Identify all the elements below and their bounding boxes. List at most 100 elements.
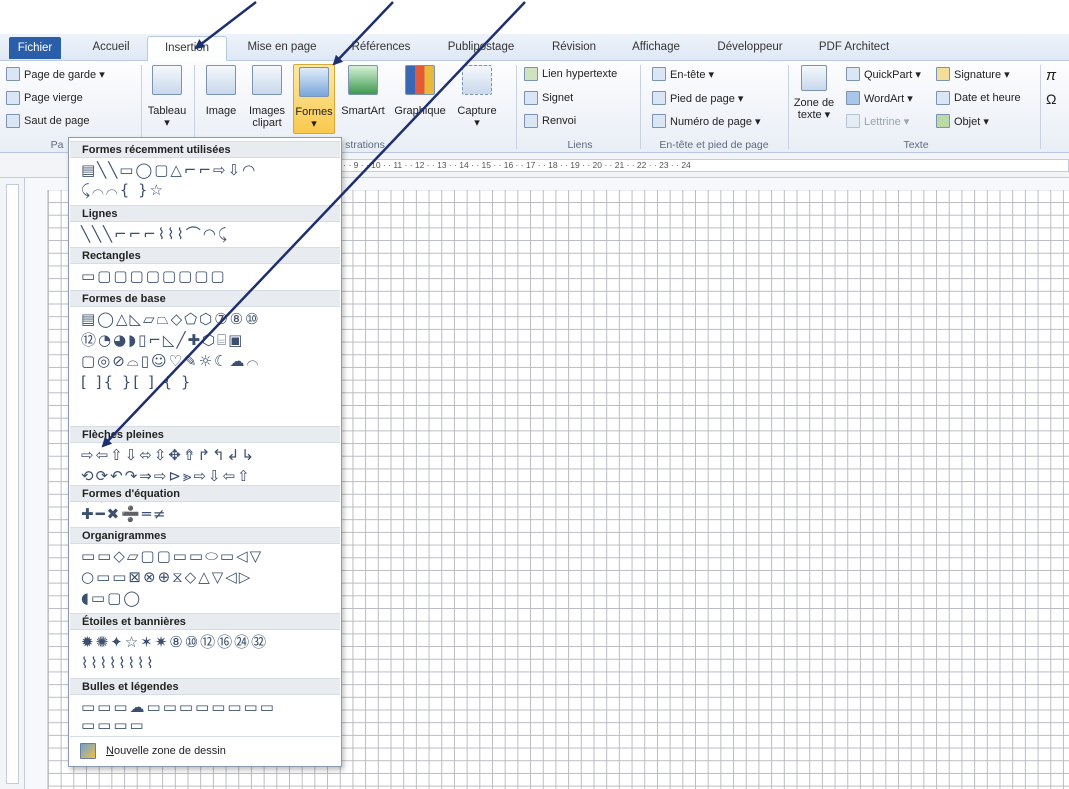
images-clipart-button[interactable]: Images clipart xyxy=(244,65,290,129)
lettrine-button[interactable]: Lettrine ▾ xyxy=(846,114,909,128)
flowchart-row[interactable]: ▭▭◇▱▢▢▭▭⬭▭◁▽ xyxy=(81,547,263,565)
tab-affichage[interactable]: Affichage xyxy=(616,36,696,61)
screenshot-icon xyxy=(462,65,492,95)
tab-references[interactable]: Références xyxy=(336,36,426,61)
page-vierge-button[interactable]: Page vierge xyxy=(6,91,83,105)
calendar-icon xyxy=(936,91,950,105)
tableau-button[interactable]: Tableau ▾ xyxy=(144,65,190,129)
wordart-button[interactable]: WordArt ▾ xyxy=(846,91,913,105)
vertical-ruler xyxy=(0,178,25,789)
chart-icon xyxy=(405,65,435,95)
tab-accueil[interactable]: Accueil xyxy=(78,36,144,61)
tab-mise-en-page[interactable]: Mise en page xyxy=(232,36,332,61)
separator xyxy=(640,65,641,149)
en-tete-button[interactable]: En-tête ▾ xyxy=(652,67,714,81)
tab-pdf-architect[interactable]: PDF Architect xyxy=(806,36,902,61)
page-break-icon xyxy=(6,114,20,128)
new-drawing-canvas-button[interactable]: Nouvelle zone de dessin xyxy=(70,736,340,764)
section-fleches-pleines: Flèches pleines xyxy=(70,426,340,443)
rectangles-row[interactable]: ▭▢▢▢▢▢▢▢▢ xyxy=(81,267,227,285)
quickpart-icon xyxy=(846,67,860,81)
signature-button[interactable]: Signature ▾ xyxy=(936,67,1010,81)
hyperlink-icon xyxy=(524,67,538,81)
zone-de-texte-button[interactable]: Zone de texte ▾ xyxy=(792,65,836,121)
bookmark-icon xyxy=(524,91,538,105)
basic-shapes-row[interactable]: ⑫◔◕◗▯⌐◺╱✚⬡⌸▣ xyxy=(81,331,244,349)
separator xyxy=(1040,65,1041,149)
signet-button[interactable]: Signet xyxy=(524,91,573,105)
recent-shapes-row[interactable]: ▤╲╲▭◯▢△⌐⌐⇨⇩◠ xyxy=(81,161,257,179)
stars-row[interactable]: ✹✺✦☆✶✷⑧⑩⑫⑯㉔㉜ xyxy=(81,633,268,651)
block-arrows-row[interactable]: ⇨⇦⇧⇩⬄⇳✥⇮↱↰↲↳ xyxy=(81,446,256,464)
lines-row[interactable]: ╲╲╲⌐⌐⌐⌇⌇⌇⌒◠⤹ xyxy=(81,225,229,243)
callouts-row[interactable]: ▭▭▭▭ xyxy=(81,716,146,734)
basic-shapes-row[interactable]: ▢◎⊘⌓▯☺♡✎☼☾☁⌒ xyxy=(81,352,260,370)
equation-icon[interactable]: π xyxy=(1046,67,1056,84)
text-box-icon xyxy=(801,65,827,91)
drawing-canvas-icon xyxy=(80,742,96,759)
tab-insertion[interactable]: Insertion xyxy=(147,36,227,62)
group-label-illustrations: strations xyxy=(345,139,385,151)
group-label-liens: Liens xyxy=(567,139,593,151)
saut-de-page-button[interactable]: Saut de page xyxy=(6,114,89,128)
image-icon xyxy=(206,65,236,95)
numero-de-page-button[interactable]: Numéro de page ▾ xyxy=(652,114,761,128)
shapes-gallery-menu: Formes récemment utilisées ▤╲╲▭◯▢△⌐⌐⇨⇩◠ … xyxy=(68,137,342,767)
smartart-icon xyxy=(348,65,378,95)
objet-button[interactable]: Objet ▾ xyxy=(936,114,989,128)
tab-developpeur[interactable]: Développeur xyxy=(700,36,800,61)
recent-shapes-row[interactable]: ⤹⌒⌒{ }☆ xyxy=(81,181,165,199)
symbol-icon[interactable]: Ω xyxy=(1046,91,1056,107)
stars-row[interactable]: ⌇⌇⌇⌇⌇⌇⌇⌇ xyxy=(81,654,156,672)
blank-page-icon xyxy=(6,91,20,105)
ribbon-tab-bar: Fichier Accueil Insertion Mise en page R… xyxy=(0,34,1069,62)
cover-page-icon xyxy=(6,67,20,81)
section-etoiles-bannieres: Étoiles et bannières xyxy=(70,613,340,630)
smartart-button[interactable]: SmartArt xyxy=(338,65,388,117)
tab-fichier[interactable]: Fichier xyxy=(9,37,61,59)
image-button[interactable]: Image xyxy=(201,65,241,117)
formes-button[interactable]: Formes ▾ xyxy=(293,64,335,134)
section-rectangles: Rectangles xyxy=(70,247,340,264)
ruler-scale: · 8 · · 9 · · 10 · · 11 · · 12 · · 13 · … xyxy=(330,159,1069,172)
shapes-icon xyxy=(299,67,329,97)
vertical-ruler-scale xyxy=(6,184,19,784)
capture-button[interactable]: Capture ▾ xyxy=(452,65,502,129)
lien-hypertexte-button[interactable]: Lien hypertexte xyxy=(524,67,617,81)
signature-icon xyxy=(936,67,950,81)
page-de-garde-button[interactable]: Page de garde ▾ xyxy=(6,67,105,81)
top-strip xyxy=(0,0,1069,34)
cross-reference-icon xyxy=(524,114,538,128)
equation-shapes-row[interactable]: ✚━✖➗═≠ xyxy=(81,505,167,523)
graphique-button[interactable]: Graphique xyxy=(391,65,449,117)
group-label-en-tete: En-tête et pied de page xyxy=(659,139,769,151)
page-number-icon xyxy=(652,114,666,128)
basic-shapes-row[interactable]: ▤◯△◺▱⏢◇⬠⬡⑦⑧⑩ xyxy=(81,310,261,328)
tab-revision[interactable]: Révision xyxy=(536,36,612,61)
header-icon xyxy=(652,67,666,81)
flowchart-row[interactable]: ◖▭▢◯ xyxy=(81,589,142,607)
separator xyxy=(788,65,789,149)
section-organigrammes: Organigrammes xyxy=(70,527,340,544)
wordart-icon xyxy=(846,91,860,105)
object-icon xyxy=(936,114,950,128)
table-icon xyxy=(152,65,182,95)
pied-de-page-button[interactable]: Pied de page ▾ xyxy=(652,91,743,105)
section-formes-equation: Formes d'équation xyxy=(70,485,340,502)
footer-icon xyxy=(652,91,666,105)
renvoi-button[interactable]: Renvoi xyxy=(524,114,576,128)
group-label-texte: Texte xyxy=(903,139,929,151)
tab-publipostage[interactable]: Publipostage xyxy=(432,36,530,61)
section-recent-shapes: Formes récemment utilisées xyxy=(70,141,340,158)
flowchart-row[interactable]: ○▭▭⊠⊗⊕⧖◇△▽◁▷ xyxy=(81,568,252,586)
date-et-heure-button[interactable]: Date et heure xyxy=(936,91,1021,105)
clipart-icon xyxy=(252,65,282,95)
section-bulles-legendes: Bulles et légendes xyxy=(70,678,340,695)
block-arrows-row[interactable]: ⟲⟳↶↷⇒⇨⊳⪢⇨⇩⇦⇧ xyxy=(81,467,252,485)
callouts-row[interactable]: ▭▭▭☁▭▭▭▭▭▭▭▭ xyxy=(81,698,276,716)
drop-cap-icon xyxy=(846,114,860,128)
separator xyxy=(516,65,517,149)
section-lignes: Lignes xyxy=(70,205,340,222)
basic-shapes-row[interactable]: [ ]{ }[ ] { } xyxy=(81,373,192,391)
quickpart-button[interactable]: QuickPart ▾ xyxy=(846,67,921,81)
